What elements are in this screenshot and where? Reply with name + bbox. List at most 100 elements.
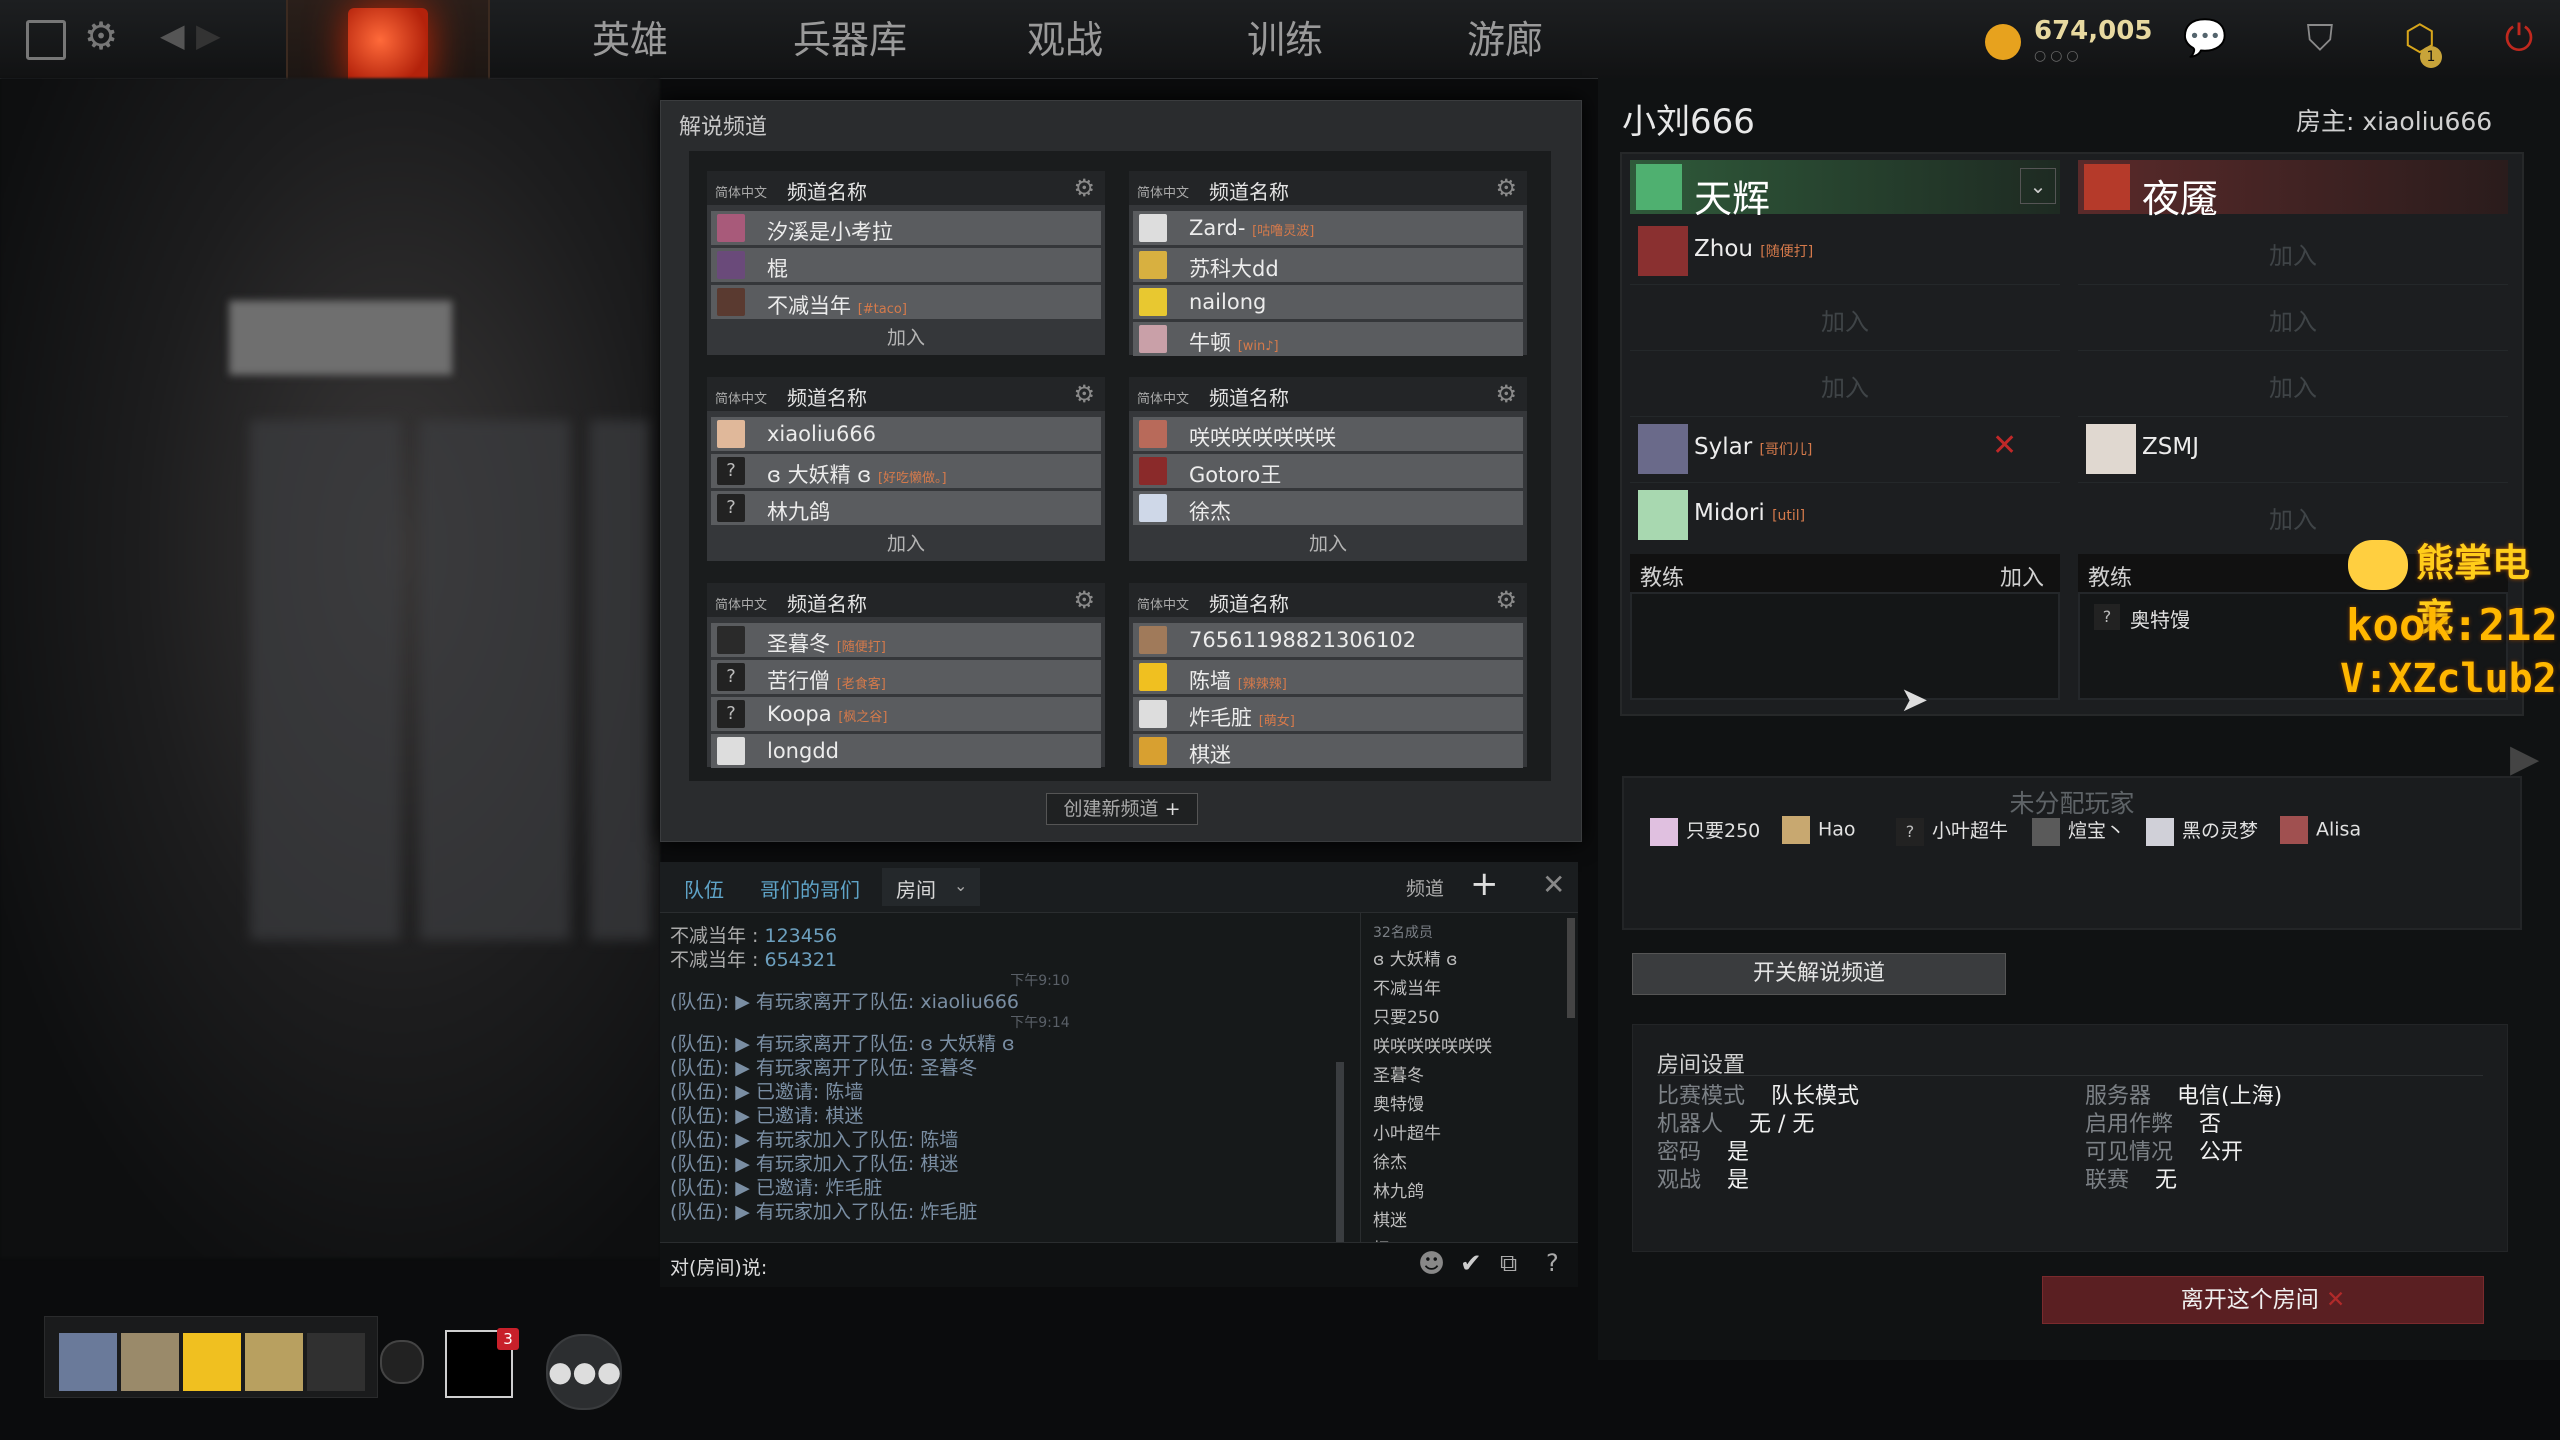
member-item[interactable]: 不减当年 — [1373, 975, 1567, 1004]
party-member-avatar[interactable] — [307, 1333, 365, 1391]
voice-chat-icon[interactable] — [380, 1340, 424, 1384]
power-icon[interactable]: ⏻ — [2494, 14, 2544, 64]
dire-slot[interactable]: ZSMJ — [2078, 418, 2508, 483]
unassigned-player[interactable]: Hao — [1782, 816, 1856, 844]
channel-slot[interactable]: ? Koopa [枫之谷] — [711, 697, 1101, 731]
tab-team[interactable]: 队伍 — [684, 874, 724, 903]
emoji-icon[interactable]: ☻ — [1418, 1249, 1445, 1279]
chat-bubble-icon[interactable]: 💬 — [2180, 14, 2230, 64]
nav-armory[interactable]: 兵器库 — [770, 0, 930, 78]
dota-menu-icon[interactable] — [26, 20, 66, 60]
help-icon[interactable]: ? — [1546, 1249, 1559, 1277]
unassigned-player[interactable]: 只要250 — [1650, 816, 1760, 846]
party-member-avatar[interactable] — [121, 1333, 179, 1391]
nav-heroes[interactable]: 英雄 — [560, 0, 700, 78]
member-item[interactable]: 奥特馒 — [1373, 1091, 1567, 1120]
group-icon[interactable]: ●●● — [546, 1334, 622, 1410]
channel-slot[interactable]: Zard- [咕噜灵波] — [1133, 211, 1523, 245]
radiant-coach-slot[interactable] — [1630, 592, 2060, 700]
dire-slot[interactable]: 加入 — [2078, 220, 2508, 285]
gear-icon[interactable]: ⚙ — [1073, 586, 1095, 614]
expand-arrow-icon[interactable]: ▶ — [2510, 736, 2539, 780]
channel-slot[interactable]: ? ɞ 大妖精 ɞ [好吃懒做。] — [711, 454, 1101, 488]
channel-join-button[interactable]: 加入 — [1129, 529, 1527, 556]
share-icon[interactable]: ⧉ — [1500, 1249, 1517, 1277]
member-item[interactable]: ɞ 大妖精 ɞ — [1373, 946, 1567, 975]
create-channel-button[interactable]: 创建新频道 + — [1046, 793, 1198, 825]
close-icon[interactable]: ✕ — [1542, 868, 1565, 901]
channel-label[interactable]: 频道 — [1406, 874, 1444, 901]
channel-slot[interactable]: longdd — [711, 734, 1101, 768]
gear-icon[interactable]: ⚙ — [1495, 586, 1517, 614]
member-item[interactable]: 小叶超牛 — [1373, 1120, 1567, 1149]
gear-icon[interactable]: ⚙ — [1495, 174, 1517, 202]
dire-slot[interactable]: 加入 — [2078, 286, 2508, 351]
party-member-avatar[interactable] — [245, 1333, 303, 1391]
nav-learn[interactable]: 训练 — [1215, 0, 1355, 78]
channel-slot[interactable]: 牛顿 [win♪] — [1133, 322, 1523, 356]
chevron-down-icon[interactable]: ⌄ — [2020, 168, 2056, 204]
channel-slot[interactable]: 棋迷 — [1133, 734, 1523, 768]
tab-friends-of-friends[interactable]: 哥们的哥们 — [760, 874, 860, 903]
channel-slot[interactable]: Gotoro王 — [1133, 454, 1523, 488]
leave-room-button[interactable]: 离开这个房间 ✕ — [2042, 1276, 2484, 1324]
channel-slot[interactable]: 76561198821306102 — [1133, 623, 1523, 657]
channel-slot[interactable]: ? 苦行僧 [老食客] — [711, 660, 1101, 694]
channel-slot[interactable]: 不减当年 [#taco] — [711, 285, 1101, 319]
gear-icon[interactable]: ⚙ — [84, 14, 118, 58]
radiant-slot[interactable]: Zhou [随便打] — [1630, 220, 2060, 285]
check-icon[interactable]: ✔ — [1460, 1249, 1482, 1279]
kick-icon[interactable]: ✕ — [1992, 428, 2017, 463]
channel-slot[interactable]: 咲咲咲咲咲咲咲 — [1133, 417, 1523, 451]
member-item[interactable]: 咲咲咲咲咲咲咲 — [1373, 1033, 1567, 1062]
channel-slot[interactable]: ? 林九鸽 — [711, 491, 1101, 525]
coach-join-button[interactable]: 加入 — [2000, 560, 2044, 592]
member-item[interactable]: 圣暮冬 — [1373, 1062, 1567, 1091]
radiant-slot[interactable]: 加入 — [1630, 352, 2060, 417]
radiant-slot[interactable]: Sylar [哥们儿] ✕ — [1630, 418, 2060, 483]
channel-slot[interactable]: nailong — [1133, 285, 1523, 319]
channel-slot[interactable]: 汐溪是小考拉 — [711, 211, 1101, 245]
caster-channel-panel: 解说频道 简体中文 频道名称 ⚙ 汐溪是小考拉 棍 不减当年 [#taco] 加… — [660, 100, 1582, 842]
unassigned-player[interactable]: Alisa — [2280, 816, 2361, 844]
channel-join-button[interactable]: 加入 — [707, 529, 1105, 556]
radiant-slot[interactable]: 加入 — [1630, 286, 2060, 351]
nav-arcade[interactable]: 游廊 — [1435, 0, 1575, 78]
toggle-caster-channel-button[interactable]: 开关解说频道 — [1632, 953, 2006, 995]
chat-scrollbar[interactable] — [1336, 1062, 1344, 1242]
gear-icon[interactable]: ⚙ — [1073, 174, 1095, 202]
member-item[interactable]: 徐杰 — [1373, 1149, 1567, 1178]
channel-slot[interactable]: 陈墙 [辣辣辣] — [1133, 660, 1523, 694]
player-tag: [好吃懒做。] — [877, 471, 947, 486]
member-count: 32名成员 — [1373, 925, 1433, 941]
member-item[interactable]: 只要250 — [1373, 1004, 1567, 1033]
dire-slot[interactable]: 加入 — [2078, 352, 2508, 417]
channel-slot[interactable]: 徐杰 — [1133, 491, 1523, 525]
back-arrow-icon[interactable]: ◀ — [160, 16, 185, 54]
forward-arrow-icon[interactable]: ▶ — [196, 16, 221, 54]
chat-input-bar[interactable]: 对(房间)说: ☻ ✔ ⧉ ? — [660, 1242, 1578, 1287]
channel-slot[interactable]: 炸毛脏 [萌女] — [1133, 697, 1523, 731]
party-member-avatar[interactable] — [183, 1333, 241, 1391]
channel-name: 频道名称 — [787, 386, 867, 410]
member-item[interactable]: 林九鸽 — [1373, 1178, 1567, 1207]
channel-slot[interactable]: xiaoliu666 — [711, 417, 1101, 451]
channel-slot[interactable]: 圣暮冬 [随便打] — [711, 623, 1101, 657]
member-item[interactable]: 棋迷 — [1373, 1207, 1567, 1236]
unassigned-player[interactable]: ? 小叶超牛 — [1896, 816, 2008, 846]
dota-logo-button[interactable] — [286, 0, 490, 90]
gear-icon[interactable]: ⚙ — [1495, 380, 1517, 408]
gear-icon[interactable]: ⚙ — [1073, 380, 1095, 408]
nav-watch[interactable]: 观战 — [995, 0, 1135, 78]
unassigned-player[interactable]: 黑の灵梦 — [2146, 816, 2258, 846]
channel-slot[interactable]: 苏科大dd — [1133, 248, 1523, 282]
armory-icon[interactable]: ⛉ — [2295, 14, 2345, 64]
channel-join-button[interactable]: 加入 — [707, 323, 1105, 350]
unassigned-player[interactable]: 煊宝丶 — [2032, 816, 2125, 846]
party-member-avatar[interactable] — [59, 1333, 117, 1391]
channel-slot[interactable]: 棍 — [711, 248, 1101, 282]
member-scrollbar[interactable] — [1567, 918, 1575, 1018]
radiant-slot[interactable]: Midori [util] — [1630, 484, 2060, 548]
add-channel-icon[interactable]: + — [1470, 864, 1499, 904]
tab-room[interactable]: 房间 ⌄ — [882, 868, 980, 906]
